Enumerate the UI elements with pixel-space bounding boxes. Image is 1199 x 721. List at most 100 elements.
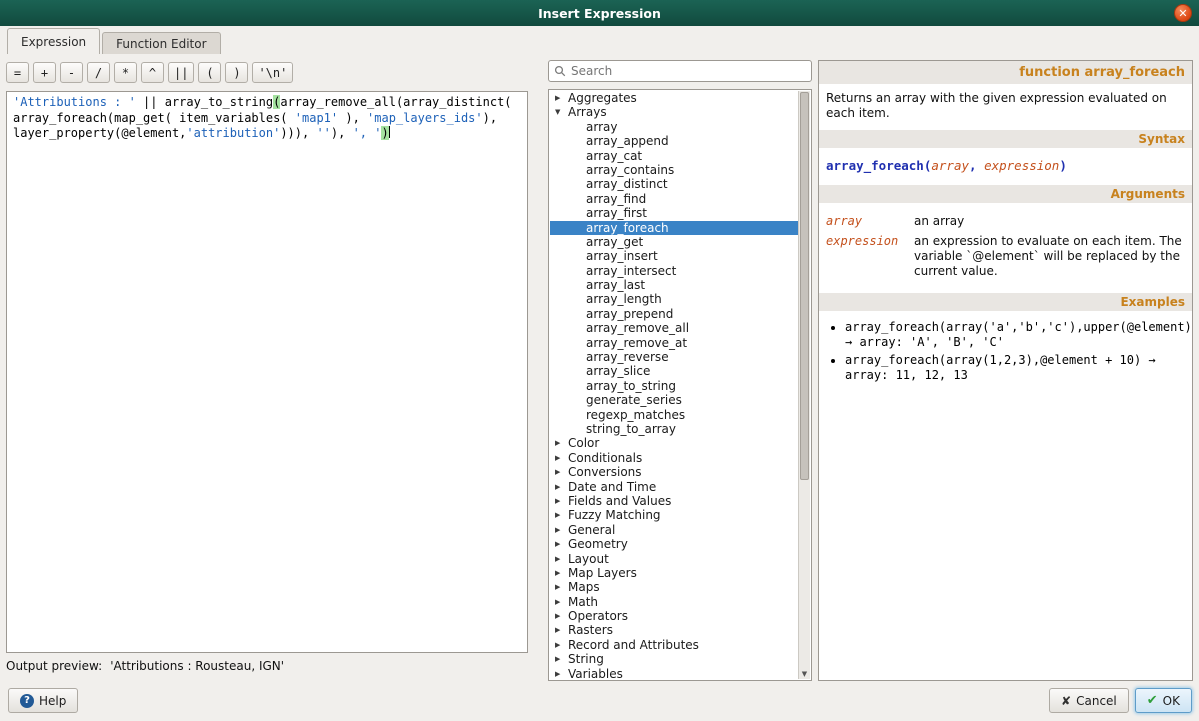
tree-group-conditionals[interactable]: ▶Conditionals [550,451,798,465]
function-tree-rows: ▶Aggregates▼Arraysarrayarray_appendarray… [550,91,798,679]
tree-item-string-to-array[interactable]: string_to_array [550,422,798,436]
chevron-right-icon[interactable]: ▶ [555,436,568,450]
expression-panel: =+-/*^||()'\n' 'Attributions : ' || arra… [6,60,528,681]
tree-label: array_intersect [586,264,676,278]
tree-item-array-to-string[interactable]: array_to_string [550,379,798,393]
tab-function-editor[interactable]: Function Editor [102,32,220,54]
scrollbar-thumb[interactable] [800,92,809,480]
chevron-right-icon[interactable]: ▶ [555,480,568,494]
window-title: Insert Expression [538,6,661,21]
tree-group-rasters[interactable]: ▶Rasters [550,623,798,637]
chevron-right-icon[interactable]: ▶ [555,667,568,679]
tree-group-conversions[interactable]: ▶Conversions [550,465,798,479]
examples-header: Examples [819,293,1192,311]
tree-item-array[interactable]: array [550,120,798,134]
tree-group-date-and-time[interactable]: ▶Date and Time [550,480,798,494]
chevron-right-icon[interactable]: ▶ [555,91,568,105]
tree-item-array-append[interactable]: array_append [550,134,798,148]
chevron-right-icon[interactable]: ▶ [555,595,568,609]
chevron-down-icon[interactable]: ▼ [555,105,568,119]
tree-item-array-find[interactable]: array_find [550,192,798,206]
tree-item-array-first[interactable]: array_first [550,206,798,220]
help-button[interactable]: ? Help [8,688,78,713]
tree-item-array-prepend[interactable]: array_prepend [550,307,798,321]
tree-item-array-intersect[interactable]: array_intersect [550,264,798,278]
tree-group-maps[interactable]: ▶Maps [550,580,798,594]
ok-button[interactable]: ✔ OK [1135,688,1192,713]
chevron-right-icon[interactable]: ▶ [555,609,568,623]
tree-group-fields-and-values[interactable]: ▶Fields and Values [550,494,798,508]
search-input[interactable] [571,64,806,78]
search-box[interactable] [548,60,812,82]
tree-item-array-remove-all[interactable]: array_remove_all [550,321,798,335]
chevron-right-icon[interactable]: ▶ [555,652,568,666]
operator-button[interactable]: = [6,62,29,83]
operator-button[interactable]: / [87,62,110,83]
expression-editor[interactable]: 'Attributions : ' || array_to_string(arr… [6,91,528,653]
syntax-parameter: array [931,158,969,173]
chevron-right-icon[interactable]: ▶ [555,537,568,551]
operator-button[interactable]: || [168,62,194,83]
chevron-right-icon[interactable]: ▶ [555,552,568,566]
titlebar: Insert Expression ✕ [0,0,1199,26]
tree-item-array-get[interactable]: array_get [550,235,798,249]
tree-group-geometry[interactable]: ▶Geometry [550,537,798,551]
chevron-right-icon[interactable]: ▶ [555,494,568,508]
operator-button[interactable]: '\n' [252,62,293,83]
tree-label: array_remove_at [586,336,687,350]
operator-button[interactable]: ^ [141,62,164,83]
tree-label: regexp_matches [586,408,685,422]
tree-label: Color [568,436,599,450]
tree-item-array-reverse[interactable]: array_reverse [550,350,798,364]
tree-group-map-layers[interactable]: ▶Map Layers [550,566,798,580]
tree-item-array-insert[interactable]: array_insert [550,249,798,263]
operator-button[interactable]: ( [198,62,221,83]
tree-item-generate-series[interactable]: generate_series [550,393,798,407]
operator-button[interactable]: + [33,62,56,83]
expression-line: 'Attributions : ' || array_to_string(arr… [13,95,521,111]
tree-label: Geometry [568,537,628,551]
tree-group-math[interactable]: ▶Math [550,595,798,609]
tree-scrollbar[interactable]: ▲ ▼ [798,91,810,679]
tree-item-array-distinct[interactable]: array_distinct [550,177,798,191]
tree-item-regexp-matches[interactable]: regexp_matches [550,408,798,422]
tab-expression[interactable]: Expression [7,28,100,54]
scroll-down-icon[interactable]: ▼ [799,670,810,678]
tree-label: array_prepend [586,307,673,321]
expression-line: array_foreach(map_get( item_variables( '… [13,111,521,127]
tree-item-array-remove-at[interactable]: array_remove_at [550,336,798,350]
tree-group-layout[interactable]: ▶Layout [550,552,798,566]
tree-item-array-cat[interactable]: array_cat [550,149,798,163]
tree-item-array-length[interactable]: array_length [550,292,798,306]
tree-item-array-slice[interactable]: array_slice [550,364,798,378]
tree-group-fuzzy-matching[interactable]: ▶Fuzzy Matching [550,508,798,522]
chevron-right-icon[interactable]: ▶ [555,580,568,594]
cancel-button[interactable]: ✘ Cancel [1049,688,1129,713]
chevron-right-icon[interactable]: ▶ [555,523,568,537]
chevron-right-icon[interactable]: ▶ [555,451,568,465]
tree-label: array_reverse [586,350,669,364]
tree-item-array-contains[interactable]: array_contains [550,163,798,177]
chevron-right-icon[interactable]: ▶ [555,566,568,580]
tree-item-array-last[interactable]: array_last [550,278,798,292]
operator-button[interactable]: * [114,62,137,83]
tree-group-aggregates[interactable]: ▶Aggregates [550,91,798,105]
tree-item-array-foreach[interactable]: array_foreach [550,221,798,235]
operator-button[interactable]: - [60,62,83,83]
chevron-right-icon[interactable]: ▶ [555,638,568,652]
tree-group-variables[interactable]: ▶Variables [550,667,798,679]
tree-group-general[interactable]: ▶General [550,523,798,537]
tree-label: Arrays [568,105,607,119]
tree-group-operators[interactable]: ▶Operators [550,609,798,623]
tree-group-arrays[interactable]: ▼Arrays [550,105,798,119]
close-icon[interactable]: ✕ [1174,4,1192,22]
insert-expression-dialog: Insert Expression ✕ Expression Function … [0,0,1199,721]
chevron-right-icon[interactable]: ▶ [555,623,568,637]
chevron-right-icon[interactable]: ▶ [555,508,568,522]
tree-label: General [568,523,615,537]
operator-button[interactable]: ) [225,62,248,83]
tree-group-record-and-attributes[interactable]: ▶Record and Attributes [550,638,798,652]
tree-group-string[interactable]: ▶String [550,652,798,666]
chevron-right-icon[interactable]: ▶ [555,465,568,479]
tree-group-color[interactable]: ▶Color [550,436,798,450]
